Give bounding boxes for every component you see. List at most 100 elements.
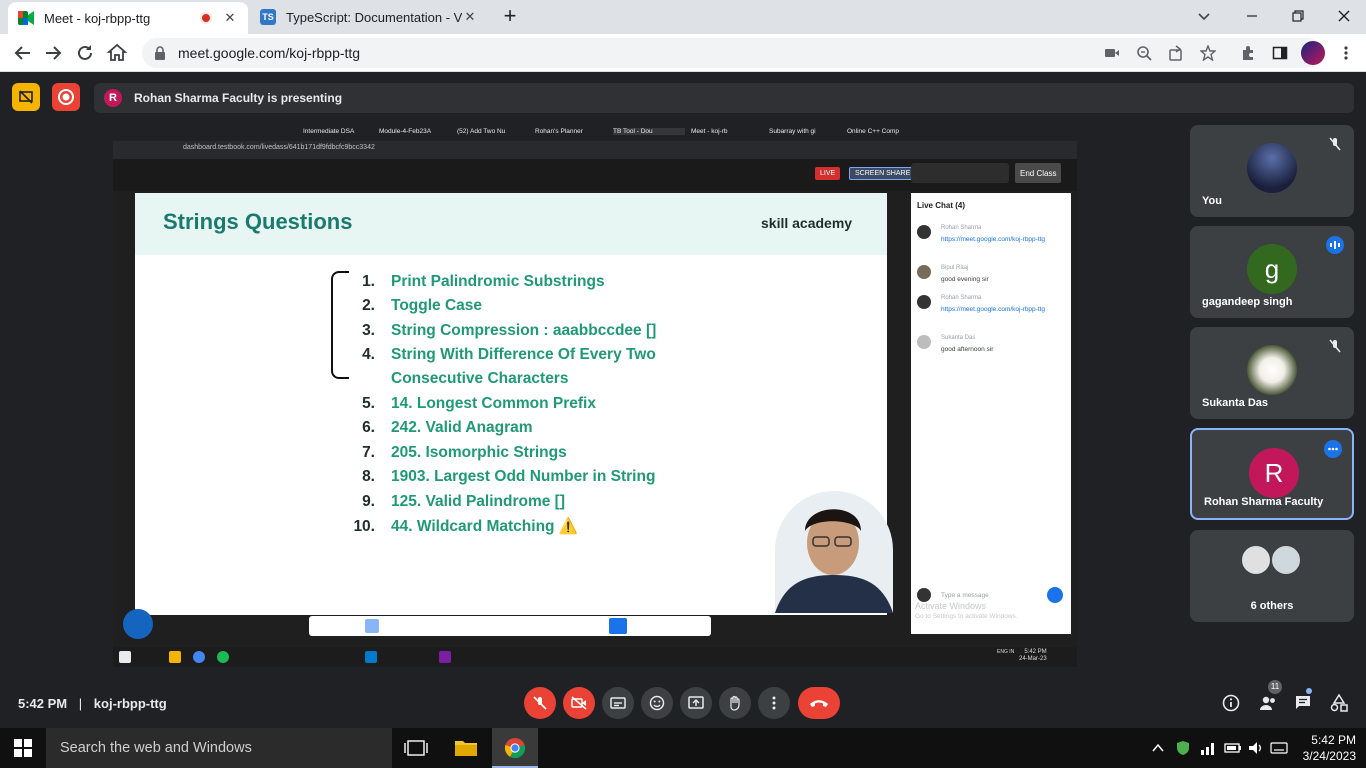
bookmark-star-icon[interactable] [1200,45,1216,61]
muted-mic-icon [1326,135,1344,153]
people-count-badge: 11 [1268,680,1282,694]
shared-browser-tabs: Intermediate DSA Module-4-Feb23A (52) Ad… [113,125,1077,141]
shared-tab: TB Tool - Dou [613,128,685,135]
shared-clock: 5:42 PM 24-Mar-23 [1019,649,1047,662]
presenter-webcam [775,491,893,613]
shared-address-bar: dashboard.testbook.com/livedass/641b171d… [113,141,1077,159]
close-tab-button[interactable]: ✕ [222,10,238,26]
participant-avatar [1247,345,1297,395]
chat-avatar [917,295,931,309]
presentation-slide: Strings Questions skill academy 1. Print … [135,193,893,615]
security-shield-icon[interactable] [1176,740,1190,756]
windows-search-box[interactable]: Search the web and Windows [46,728,392,768]
shared-tab: (52) Add Two Nu [457,128,506,135]
shared-tab: Rohan's Planner [535,128,583,135]
camera-in-use-icon[interactable] [1104,45,1120,61]
side-panel-icon[interactable] [1272,45,1288,61]
emoji-reaction-button[interactable] [641,687,673,719]
battery-icon[interactable] [1224,740,1242,756]
tab-typescript[interactable]: TS TypeScript: Documentation - Vari ✕ [250,0,488,34]
participant-tile-gagandeep[interactable]: g gagandeep singh [1190,226,1354,318]
system-time: 5:42 PM [1311,733,1356,747]
raise-hand-button[interactable] [719,687,751,719]
question-item: 7. 205. Isomorphic Strings [362,444,567,461]
captions-button[interactable] [602,687,634,719]
question-item: 8. 1903. Largest Odd Number in String [362,468,656,485]
presenter-avatar: R [104,89,122,107]
google-meet-icon [18,10,34,26]
system-clock[interactable]: 5:42 PM 3/24/2023 [1303,732,1356,764]
windows-taskbar: Search the web and Windows 5:42 PM 3/24/… [0,728,1366,768]
task-view-icon[interactable] [404,738,428,758]
close-tab-button[interactable]: ✕ [462,9,478,25]
live-chat-panel: Live Chat (4) Rohan Sharma https://meet.… [911,193,1071,634]
participant-tile-you[interactable]: You [1190,125,1354,217]
volume-icon[interactable] [1248,740,1264,756]
tab-meet[interactable]: Meet - koj-rbpp-ttg ✕ [8,2,248,34]
activities-icon[interactable] [1330,694,1348,712]
typescript-icon: TS [260,9,276,25]
speaking-indicator-icon [1326,236,1344,254]
tab-search-icon[interactable] [1196,8,1212,24]
meeting-time: 5:42 PM [18,696,68,711]
restore-window-icon[interactable] [1290,8,1306,24]
profile-avatar[interactable] [1301,41,1325,65]
file-explorer-icon[interactable] [454,738,478,758]
slide-title: Strings Questions [163,209,353,234]
question-item: 9. 125. Valid Palindrome [] [362,493,566,510]
mic-toggle-button[interactable] [524,687,556,719]
question-item: 5. 14. Longest Common Prefix [362,395,596,412]
muted-mic-icon [1326,337,1344,355]
url-text: meet.google.com/koj-rbpp-ttg [178,45,361,61]
show-hidden-icons[interactable] [1152,742,1164,754]
back-button[interactable] [10,40,36,66]
meet-stage: R Rohan Sharma Faculty is presenting Int… [0,73,1366,728]
recording-icon[interactable] [52,83,80,111]
activate-windows-watermark: Activate Windows [915,601,987,611]
reload-button[interactable] [72,40,98,66]
keyboard-icon[interactable] [1270,740,1288,756]
zoom-icon[interactable] [1136,45,1152,61]
chrome-taskbar-button[interactable] [492,728,538,768]
participant-tile-others[interactable]: 6 others [1190,530,1354,622]
shared-tab: Intermediate DSA [303,128,355,135]
question-item: 6. 242. Valid Anagram [362,419,533,436]
chat-avatar [917,225,931,239]
onenote-icon [439,651,451,663]
search-placeholder: Search the web and Windows [60,740,252,756]
chat-icon[interactable] [1294,694,1312,712]
unread-dot-icon [1306,688,1312,694]
forward-button[interactable] [40,40,66,66]
chat-avatar [917,265,931,279]
participant-tile-rohan[interactable]: R Rohan Sharma Faculty [1190,428,1354,520]
question-item: Consecutive Characters [391,370,569,387]
question-item: 2. Toggle Case [362,297,483,314]
meeting-details-icon[interactable] [1222,694,1240,712]
more-options-button[interactable] [758,687,790,719]
network-icon[interactable] [1200,740,1216,756]
browser-toolbar: meet.google.com/koj-rbpp-ttg [0,34,1366,72]
present-screen-button[interactable] [680,687,712,719]
minimize-window-icon[interactable] [1244,8,1260,24]
shared-tab: Subarray with gi [769,128,816,135]
windows-start-icon[interactable] [14,739,32,757]
home-button[interactable] [104,40,130,66]
participant-avatar [1270,544,1302,576]
question-item: 3. String Compression : aaabbccdee [] [362,322,657,339]
shared-tab: Meet - koj-rb [691,128,728,135]
leave-call-button[interactable] [798,687,840,719]
close-window-icon[interactable] [1336,8,1352,24]
send-icon [1047,587,1063,603]
people-icon[interactable] [1258,694,1278,712]
more-options-icon[interactable] [1324,440,1342,458]
stop-presenting-icon[interactable] [12,83,40,111]
camera-toggle-button[interactable] [563,687,595,719]
extensions-icon[interactable] [1240,45,1256,61]
question-item: 10. 44. Wildcard Matching ⚠️ [353,518,579,535]
pen-tool-icon [365,619,379,633]
activate-windows-hint: Go to Settings to activate Windows. [915,613,1018,620]
new-tab-button[interactable]: + [498,4,522,28]
more-menu-icon[interactable] [1338,45,1354,61]
participant-tile-sukanta[interactable]: Sukanta Das [1190,327,1354,419]
share-icon[interactable] [1168,45,1184,61]
